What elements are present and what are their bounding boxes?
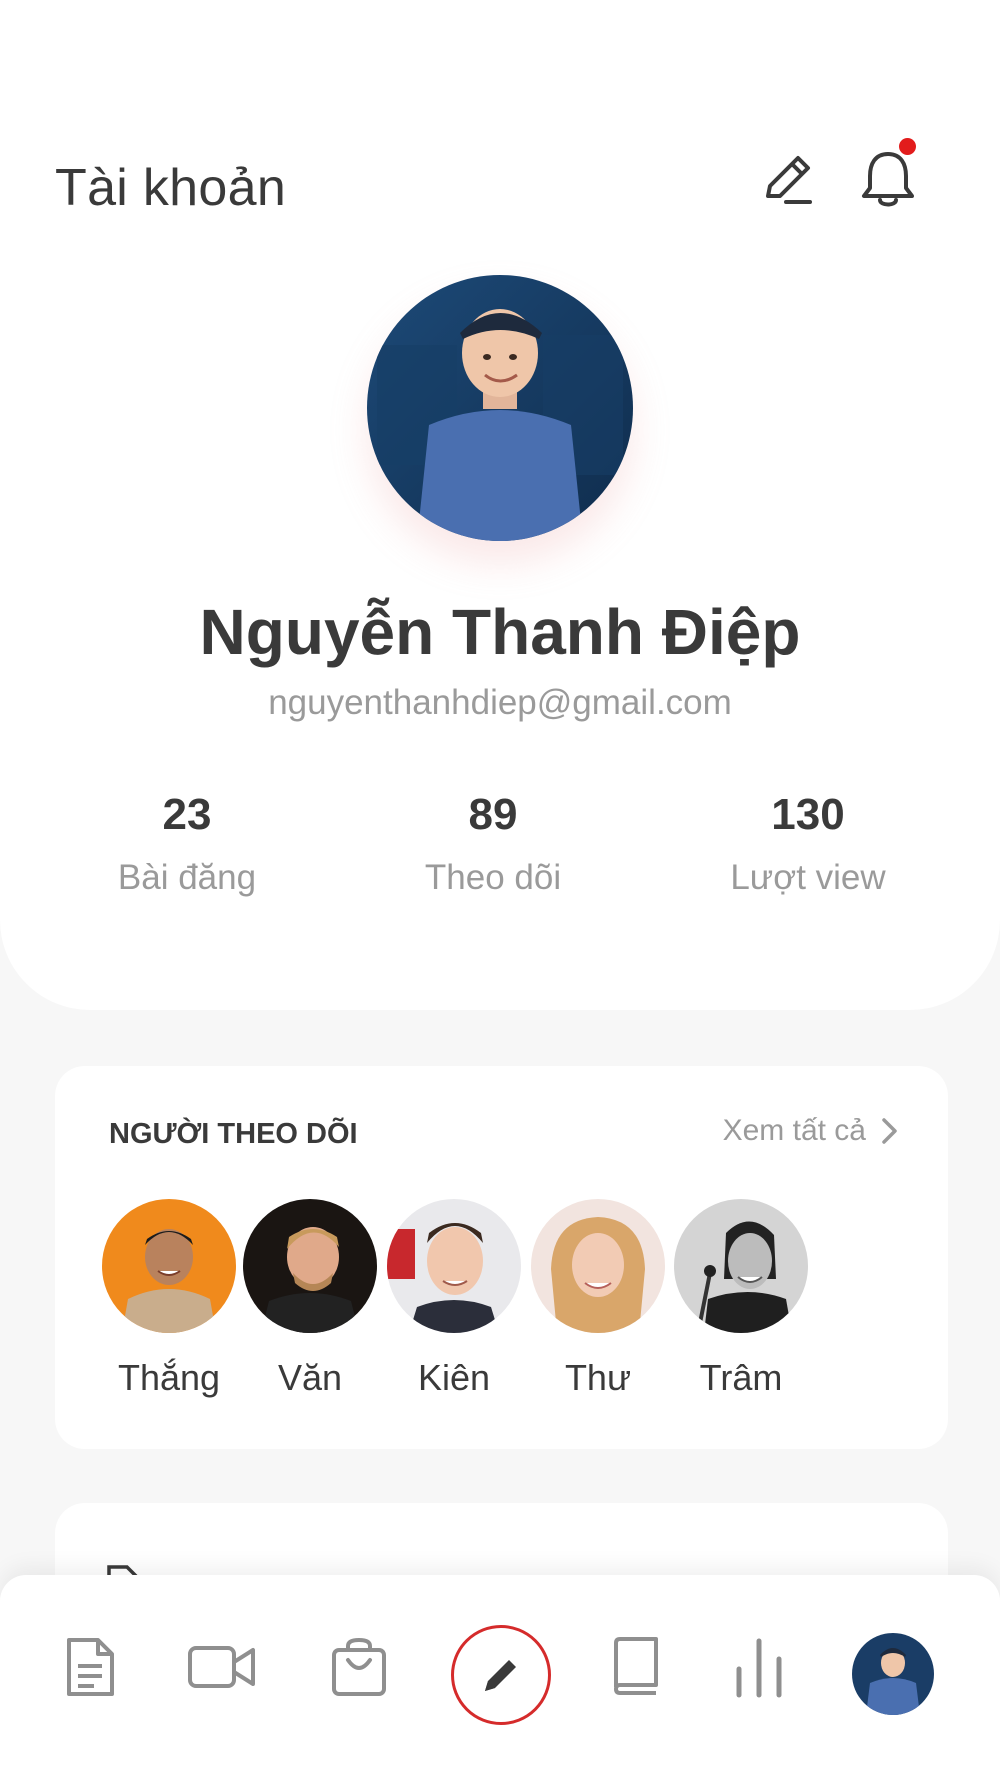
avatar	[387, 1199, 521, 1333]
bottom-nav	[0, 1575, 1000, 1778]
nav-book[interactable]	[594, 1625, 678, 1709]
avatar	[102, 1199, 236, 1333]
user-name: Nguyễn Thanh Điệp	[199, 596, 801, 668]
follower-name: Thắng	[117, 1357, 221, 1398]
user-email: nguyenthanhdiep@gmail.com	[268, 683, 732, 722]
stat-views[interactable]: 130 Lượt view	[668, 790, 948, 898]
avatar	[674, 1199, 808, 1333]
shopping-bag-icon	[332, 1637, 386, 1696]
follower-name: Thư	[564, 1357, 632, 1398]
edit-profile-button[interactable]	[752, 144, 824, 216]
document-icon	[67, 1638, 114, 1696]
chevron-right-icon	[882, 1118, 897, 1144]
see-all-label: Xem tất cả	[722, 1114, 866, 1147]
nav-stats[interactable]	[717, 1625, 801, 1709]
avatar	[531, 1199, 665, 1333]
nav-posts[interactable]	[48, 1625, 132, 1709]
page-title: Tài khoản	[55, 159, 287, 217]
profile-avatar[interactable]	[367, 275, 633, 541]
avatar	[243, 1199, 377, 1333]
stat-value: 23	[162, 790, 212, 839]
video-icon	[188, 1646, 255, 1688]
stat-label: Lượt view	[730, 858, 886, 897]
nav-profile-avatar[interactable]	[852, 1633, 934, 1715]
follower-item[interactable]: Văn	[240, 1199, 380, 1399]
see-all-link[interactable]: Xem tất cả	[723, 1114, 900, 1148]
follower-name: Văn	[277, 1357, 343, 1398]
nav-shop[interactable]	[317, 1625, 401, 1709]
follower-name: Trâm	[699, 1357, 783, 1398]
pencil-icon	[485, 1660, 516, 1691]
follower-item[interactable]: Kiên	[384, 1199, 524, 1399]
book-icon	[614, 1637, 658, 1695]
bell-icon	[862, 152, 914, 207]
stat-posts[interactable]: 23 Bài đăng	[47, 790, 327, 898]
section-title: NGƯỜI THEO DÕI	[109, 1118, 358, 1150]
pencil-icon	[766, 156, 812, 204]
avatar	[852, 1633, 934, 1715]
followers-card: NGƯỜI THEO DÕI Xem tất cả Thắng Văn Kiên…	[55, 1066, 948, 1449]
stat-value: 89	[468, 790, 518, 839]
stat-label: Bài đăng	[117, 858, 257, 897]
follower-item[interactable]: Thắng	[99, 1199, 239, 1399]
stat-label: Theo dõi	[424, 858, 562, 897]
nav-write-button[interactable]	[451, 1625, 551, 1725]
bar-chart-icon	[736, 1638, 782, 1698]
nav-video[interactable]	[180, 1625, 264, 1709]
stat-value: 130	[771, 790, 845, 839]
follower-item[interactable]: Trâm	[671, 1199, 811, 1399]
profile-photo	[367, 275, 633, 541]
notification-dot	[899, 138, 916, 155]
follower-name: Kiên	[417, 1357, 491, 1398]
notification-button[interactable]	[852, 138, 924, 216]
profile-card: Tài khoản Nguyễn Thanh Điệp nguyenthanhd…	[0, 0, 1000, 1010]
stat-following[interactable]: 89 Theo dõi	[353, 790, 633, 898]
follower-item[interactable]: Thư	[528, 1199, 668, 1399]
